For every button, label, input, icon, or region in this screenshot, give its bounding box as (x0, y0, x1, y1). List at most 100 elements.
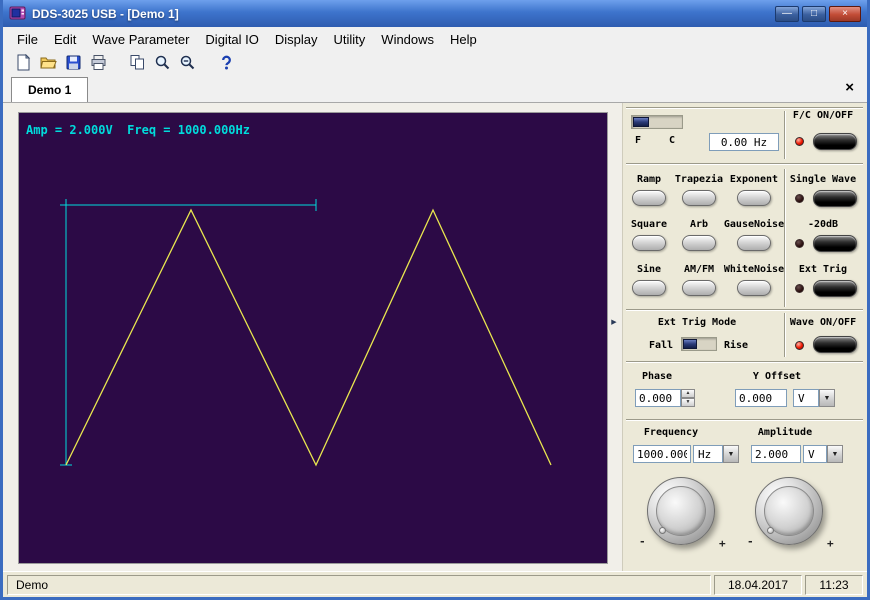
window-title: DDS-3025 USB - [Demo 1] (32, 7, 769, 21)
frequency-knob[interactable] (647, 477, 715, 545)
amplitude-field[interactable] (751, 445, 801, 463)
tab-bar: Demo 1 × (3, 77, 867, 103)
phase-spin-down[interactable]: ▼ (681, 398, 695, 407)
new-button[interactable] (11, 53, 36, 75)
waveform-display: Amp = 2.000V Freq = 1000.000Hz (18, 112, 608, 564)
fc-f-label: F (631, 135, 645, 146)
fc-c-label: C (665, 135, 679, 146)
ramp-label: Ramp (624, 174, 674, 185)
gausenoise-button[interactable] (737, 235, 771, 251)
fc-onoff-button[interactable] (813, 133, 857, 150)
exponent-button[interactable] (737, 190, 771, 206)
y-offset-unit-dropdown[interactable]: ▼ (819, 389, 835, 407)
zoom-out-button[interactable] (175, 53, 200, 75)
print-button[interactable] (86, 53, 111, 75)
maximize-button[interactable]: □ (802, 6, 826, 22)
phase-field[interactable] (635, 389, 681, 407)
arb-button[interactable] (682, 235, 716, 251)
tab-demo1[interactable]: Demo 1 (11, 77, 88, 102)
fall-label: Fall (645, 340, 677, 351)
amplitude-knob-indicator (767, 527, 774, 534)
menu-display[interactable]: Display (267, 29, 326, 50)
minus20db-label: -20dB (781, 219, 865, 230)
ext-trig-button[interactable] (813, 280, 857, 297)
fc-value-field[interactable] (709, 133, 779, 151)
wave-onoff-button[interactable] (813, 336, 857, 353)
help-button[interactable] (214, 53, 239, 75)
wave-onoff-led (795, 341, 804, 350)
fc-slider-handle[interactable] (633, 117, 649, 127)
y-offset-field[interactable] (735, 389, 787, 407)
group-divider (626, 107, 863, 109)
group-divider (626, 163, 863, 165)
group-divider (784, 169, 786, 307)
group-divider (626, 361, 863, 363)
status-date: 18.04.2017 (714, 575, 802, 595)
menu-wave-parameter[interactable]: Wave Parameter (84, 29, 197, 50)
menu-utility[interactable]: Utility (326, 29, 374, 50)
waveform-canvas (19, 113, 607, 563)
amplitude-knob[interactable] (755, 477, 823, 545)
amfm-button[interactable] (682, 280, 716, 296)
copy-button[interactable] (125, 53, 150, 75)
help-icon (218, 54, 235, 74)
frequency-unit-dropdown[interactable]: ▼ (723, 445, 739, 463)
sine-label: Sine (624, 264, 674, 275)
ramp-button[interactable] (632, 190, 666, 206)
panel-splitter-arrow[interactable]: ▶ (608, 315, 620, 331)
minus20db-button[interactable] (813, 235, 857, 252)
menu-digital-io[interactable]: Digital IO (197, 29, 266, 50)
amplitude-knob-minus: - (747, 535, 754, 548)
wave-readout: Amp = 2.000V Freq = 1000.000Hz (26, 123, 250, 137)
trapezia-button[interactable] (682, 190, 716, 206)
save-button[interactable] (61, 53, 86, 75)
minimize-button[interactable]: — (775, 6, 799, 22)
open-button[interactable] (36, 53, 61, 75)
arb-label: Arb (674, 219, 724, 230)
y-offset-unit: V (793, 389, 819, 407)
fc-led (795, 137, 804, 146)
status-time: 11:23 (805, 575, 863, 595)
titlebar: DDS-3025 USB - [Demo 1] — □ × (3, 0, 867, 27)
waveform-trace (66, 210, 551, 465)
fc-onoff-label: F/C ON/OFF (781, 110, 865, 121)
frequency-field[interactable] (633, 445, 691, 463)
phase-spin-up[interactable]: ▲ (681, 389, 695, 398)
tab-close-icon[interactable]: × (845, 80, 854, 95)
status-bar: Demo 18.04.2017 11:23 (3, 571, 867, 597)
toolbar (3, 51, 867, 77)
amplitude-unit: V (803, 445, 827, 463)
trig-edge-slider-handle[interactable] (683, 339, 697, 349)
amplitude-unit-dropdown[interactable]: ▼ (827, 445, 843, 463)
group-divider (626, 309, 863, 311)
menu-help[interactable]: Help (442, 29, 485, 50)
menu-file[interactable]: File (9, 29, 46, 50)
fc-slider[interactable] (631, 115, 683, 129)
zoom-in-icon (154, 54, 171, 74)
minus20db-led (795, 239, 804, 248)
rise-label: Rise (719, 340, 753, 351)
group-divider (784, 313, 786, 357)
trapezia-label: Trapezia (674, 174, 724, 185)
app-icon (9, 5, 26, 22)
whitenoise-button[interactable] (737, 280, 771, 296)
close-button[interactable]: × (829, 6, 861, 22)
ext-trig-led (795, 284, 804, 293)
zoom-out-icon (179, 54, 196, 74)
frequency-knob-indicator (659, 527, 666, 534)
trig-edge-slider[interactable] (681, 337, 717, 351)
new-document-icon (15, 54, 32, 74)
single-wave-button[interactable] (813, 190, 857, 207)
frequency-unit: Hz (693, 445, 723, 463)
amplitude-label: Amplitude (743, 427, 827, 438)
square-button[interactable] (632, 235, 666, 251)
menu-edit[interactable]: Edit (46, 29, 84, 50)
zoom-in-button[interactable] (150, 53, 175, 75)
sine-button[interactable] (632, 280, 666, 296)
amplitude-knob-plus: + (827, 537, 834, 550)
status-mode: Demo (7, 575, 711, 595)
window-controls: — □ × (775, 6, 861, 22)
tab-label: Demo 1 (28, 83, 71, 97)
menu-windows[interactable]: Windows (373, 29, 442, 50)
frequency-knob-plus: + (719, 537, 726, 550)
